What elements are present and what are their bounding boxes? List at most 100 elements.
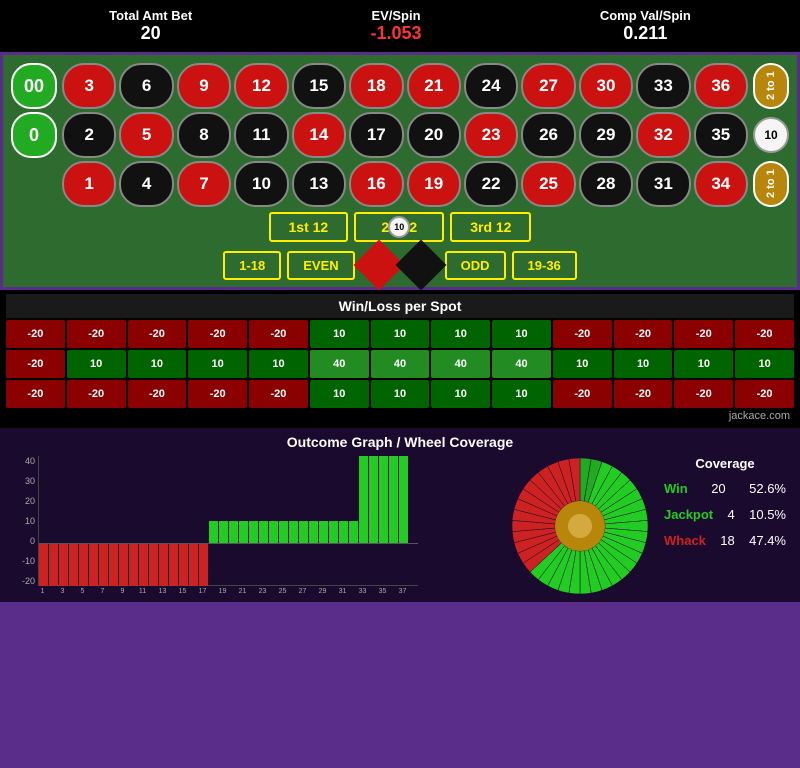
y-label-0: 0: [10, 536, 35, 546]
wl-cell-1-1: 10: [67, 350, 126, 378]
num-22[interactable]: 22: [464, 161, 518, 207]
wl-cell-1-6: 40: [371, 350, 430, 378]
y-label-30: 30: [10, 476, 35, 486]
bet-even[interactable]: EVEN: [287, 251, 354, 280]
dozen-1st[interactable]: 1st 12: [269, 212, 349, 242]
coverage-jackpot-count: 4: [728, 507, 735, 522]
bar-17: [199, 456, 208, 586]
num-33[interactable]: 33: [636, 63, 690, 109]
num-3[interactable]: 3: [62, 63, 116, 109]
x-label-8: [108, 588, 117, 595]
bar-16: [189, 456, 198, 586]
x-label-35: 35: [378, 588, 387, 595]
num-21[interactable]: 21: [407, 63, 461, 109]
bar-23: [259, 456, 268, 586]
x-label-17: 17: [198, 588, 207, 595]
num-35[interactable]: 35: [694, 112, 748, 158]
y-label-neg10: -10: [10, 556, 35, 566]
num-8[interactable]: 8: [177, 112, 231, 158]
num-29[interactable]: 29: [579, 112, 633, 158]
wheel-hub-inner: [568, 514, 592, 538]
header: Total Amt Bet 20 EV/Spin -1.053 Comp Val…: [0, 0, 800, 52]
bar-36: [389, 456, 398, 586]
even-row: 1-18 EVEN ODD 19-36: [11, 247, 789, 283]
wl-cell-1-8: 40: [492, 350, 551, 378]
num-34[interactable]: 34: [694, 161, 748, 207]
num-17[interactable]: 17: [349, 112, 403, 158]
dozen-2nd[interactable]: 2n 10 12: [354, 212, 444, 242]
x-axis-labels: 135791113151719212325272931333537: [38, 588, 418, 595]
wl-cell-1-4: 10: [249, 350, 308, 378]
num-10[interactable]: 10: [234, 161, 288, 207]
num-2[interactable]: 2: [62, 112, 116, 158]
num-11[interactable]: 11: [234, 112, 288, 158]
coverage-jackpot-row: Jackpot 4 10.5%: [660, 503, 790, 526]
wl-cell-1-0: -20: [6, 350, 65, 378]
wl-title: Win/Loss per Spot: [6, 294, 794, 318]
black-diamond[interactable]: [395, 240, 446, 291]
num-30[interactable]: 30: [579, 63, 633, 109]
wl-cell-2-4: -20: [249, 380, 308, 408]
num-19[interactable]: 19: [407, 161, 461, 207]
num-5[interactable]: 5: [119, 112, 173, 158]
chip-dozen: 10: [388, 216, 410, 238]
bar-25: [279, 456, 288, 586]
x-label-12: [148, 588, 157, 595]
num-12[interactable]: 12: [234, 63, 288, 109]
num-1[interactable]: 1: [62, 161, 116, 207]
num-15[interactable]: 15: [292, 63, 346, 109]
wl-cell-0-9: -20: [553, 320, 612, 348]
num-6[interactable]: 6: [119, 63, 173, 109]
side-2to1-bot[interactable]: 2 to 1: [753, 161, 789, 207]
jackace-credit: jackace.com: [6, 408, 794, 424]
x-label-22: [248, 588, 257, 595]
num-36[interactable]: 36: [694, 63, 748, 109]
num-26[interactable]: 26: [521, 112, 575, 158]
num-25[interactable]: 25: [521, 161, 575, 207]
dozen-3rd[interactable]: 3rd 12: [450, 212, 531, 242]
bar-27: [299, 456, 308, 586]
zero-line: [39, 543, 418, 544]
num-7[interactable]: 7: [177, 161, 231, 207]
num-24[interactable]: 24: [464, 63, 518, 109]
bet-1-18[interactable]: 1-18: [223, 251, 281, 280]
dozen-3rd-label: 3rd 12: [470, 219, 511, 235]
x-label-30: [328, 588, 337, 595]
num-27[interactable]: 27: [521, 63, 575, 109]
x-label-14: [168, 588, 177, 595]
wl-cell-0-7: 10: [431, 320, 490, 348]
y-label-10: 10: [10, 516, 35, 526]
wl-cell-0-1: -20: [67, 320, 126, 348]
double-zero[interactable]: 00: [11, 63, 57, 109]
num-9[interactable]: 9: [177, 63, 231, 109]
bar-21: [239, 456, 248, 586]
bar-13: [159, 456, 168, 586]
side-2to1-top[interactable]: 2 to 1: [753, 63, 789, 109]
zero[interactable]: 0: [11, 112, 57, 158]
ev-spin-label: EV/Spin: [370, 8, 421, 23]
num-13[interactable]: 13: [292, 161, 346, 207]
y-axis-labels: 40 30 20 10 0 -10 -20: [10, 456, 38, 586]
x-label-7: 7: [98, 588, 107, 595]
num-14[interactable]: 14: [292, 112, 346, 158]
wl-cell-0-6: 10: [371, 320, 430, 348]
x-label-28: [308, 588, 317, 595]
num-32[interactable]: 32: [636, 112, 690, 158]
num-28[interactable]: 28: [579, 161, 633, 207]
bet-19-36[interactable]: 19-36: [512, 251, 577, 280]
num-20[interactable]: 20: [407, 112, 461, 158]
wl-cell-2-9: -20: [553, 380, 612, 408]
x-label-26: [288, 588, 297, 595]
num-23[interactable]: 23: [464, 112, 518, 158]
num-16[interactable]: 16: [349, 161, 403, 207]
x-label-37: 37: [398, 588, 407, 595]
bar-20: [229, 456, 238, 586]
num-31[interactable]: 31: [636, 161, 690, 207]
num-4[interactable]: 4: [119, 161, 173, 207]
num-18[interactable]: 18: [349, 63, 403, 109]
wl-cell-2-1: -20: [67, 380, 126, 408]
bar-8: [109, 456, 118, 586]
bet-odd[interactable]: ODD: [445, 251, 506, 280]
wl-cell-2-6: 10: [371, 380, 430, 408]
wl-cell-1-7: 40: [431, 350, 490, 378]
